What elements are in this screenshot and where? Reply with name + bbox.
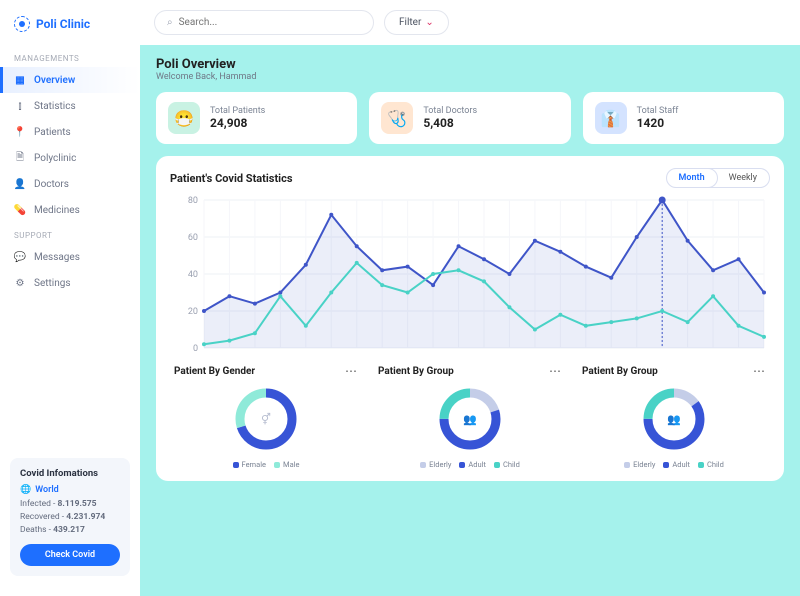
filter-button[interactable]: Filter ⌄ [384,10,449,35]
chart-card: Patient's Covid Statistics MonthWeekly 0… [156,156,784,481]
chevron-down-icon: ⌄ [425,17,433,28]
svg-text:0: 0 [193,344,198,354]
donut-card: Patient By Group ⋯ 👥 Elderly Adult Child [374,364,566,469]
legend-item: Elderly [420,460,451,469]
toggle-weekly[interactable]: Weekly [717,169,769,187]
stat-card[interactable]: 👔 Total Staff1420 [583,92,784,144]
chart-title: Patient's Covid Statistics [170,172,292,185]
sidebar-item-medicines[interactable]: 💊 Medicines [0,197,140,223]
sidebar-item-statistics[interactable]: ⫾ Statistics [0,93,140,119]
pill-icon: 💊 [14,204,26,216]
section-label: MANAGEMENTS [0,46,140,67]
covid-line-chart: 0 20 40 60 80 [170,194,770,354]
sidebar-item-polyclinic[interactable]: 🗎 Polyclinic [0,145,140,171]
more-icon[interactable]: ⋯ [345,364,358,378]
sidebar-item-label: Messages [34,252,80,263]
sidebar-item-label: Medicines [34,205,80,216]
gear-icon: ⚙ [14,277,26,289]
sidebar-item-patients[interactable]: 📍 Patients [0,119,140,145]
sidebar-item-overview[interactable]: ▦ Overview [0,67,140,93]
svg-text:60: 60 [188,233,198,243]
toggle-month[interactable]: Month [667,169,717,187]
legend-item: Child [494,460,520,469]
sidebar: Poli Clinic MANAGEMENTS ▦ Overview ⫾ Statist… [0,0,140,596]
sidebar-item-settings[interactable]: ⚙ Settings [0,270,140,296]
section-label: SUPPORT [0,223,140,244]
chart-range-toggle[interactable]: MonthWeekly [666,168,770,188]
legend-item: Elderly [624,460,655,469]
donut-card: Patient By Gender ⋯ ⚥ Female Male [170,364,362,469]
sidebar-item-doctors[interactable]: 👤 Doctors [0,171,140,197]
donut-card: Patient By Group ⋯ 👥 Elderly Adult Child [578,364,770,469]
covid-recovered: Recovered - 4.231.974 [20,512,120,522]
stat-value: 1420 [637,116,679,130]
svg-text:⚥: ⚥ [261,412,271,426]
stat-cards-row: 😷 Total Patients24,908 🩺 Total Doctors5,408… [156,92,784,144]
sidebar-item-label: Overview [34,75,75,86]
stat-card[interactable]: 😷 Total Patients24,908 [156,92,357,144]
more-icon[interactable]: ⋯ [753,364,766,378]
globe-icon: 🌐 [20,485,31,495]
staff-icon: 👔 [595,102,627,134]
pin-icon: 📍 [14,126,26,138]
stat-label: Total Doctors [423,106,477,116]
brand-logo[interactable]: Poli Clinic [0,12,140,46]
covid-info-panel: Covid Infomations 🌐 World Infected - 8.1… [10,458,130,576]
sidebar-item-label: Doctors [34,179,69,190]
donut-legend: Elderly Adult Child [578,460,770,469]
covid-scope[interactable]: 🌐 World [20,485,120,495]
bars-icon: ⫾ [14,100,26,112]
svg-text:20: 20 [188,307,198,317]
topbar: ⌕ Filter ⌄ [140,0,800,45]
grid-icon: ▦ [14,74,26,86]
covid-infected: Infected - 8.119.575 [20,499,120,509]
sidebar-item-label: Statistics [34,101,76,112]
stat-value: 24,908 [210,116,265,130]
mask-icon: 😷 [168,102,200,134]
sidebar-item-messages[interactable]: 💬 Messages [0,244,140,270]
donut-title: Patient By Group [582,366,658,377]
donut-title: Patient By Gender [174,366,255,377]
sidebar-item-label: Polyclinic [34,153,76,164]
svg-text:40: 40 [188,270,198,280]
main-content: ⌕ Filter ⌄ Poli Overview Welcome Back, H… [140,0,800,596]
legend-item: Adult [459,460,486,469]
stat-value: 5,408 [423,116,477,130]
search-box[interactable]: ⌕ [154,10,374,35]
donut-legend: Female Male [170,460,362,469]
more-icon[interactable]: ⋯ [549,364,562,378]
covid-deaths: Deaths - 439.217 [20,525,120,535]
nav-sections: MANAGEMENTS ▦ Overview ⫾ Statistics 📍 Patients… [0,46,140,296]
sidebar-item-label: Patients [34,127,71,138]
stethoscope-icon: 🩺 [381,102,413,134]
stat-card[interactable]: 🩺 Total Doctors5,408 [369,92,570,144]
stat-label: Total Patients [210,106,265,116]
page-title: Poli Overview [156,57,784,72]
page-subtitle: Welcome Back, Hammad [156,72,784,82]
search-icon: ⌕ [167,17,173,28]
donuts-row: Patient By Gender ⋯ ⚥ Female Male Patient… [170,364,770,469]
svg-text:80: 80 [188,196,198,206]
brand-name: Poli Clinic [36,17,90,31]
clipboard-icon: 🗎 [14,152,26,164]
svg-text:👥: 👥 [463,413,477,426]
check-covid-button[interactable]: Check Covid [20,544,120,566]
covid-panel-title: Covid Infomations [20,468,120,479]
legend-item: Male [274,460,299,469]
chat-icon: 💬 [14,251,26,263]
legend-item: Adult [663,460,690,469]
donut-title: Patient By Group [378,366,454,377]
page-header: Poli Overview Welcome Back, Hammad [156,57,784,82]
legend-item: Child [698,460,724,469]
donut-legend: Elderly Adult Child [374,460,566,469]
stat-label: Total Staff [637,106,679,116]
sidebar-item-label: Settings [34,278,71,289]
svg-text:👥: 👥 [667,413,681,426]
user-icon: 👤 [14,178,26,190]
search-input[interactable] [179,17,361,28]
logo-icon [14,16,30,32]
legend-item: Female [233,460,267,469]
